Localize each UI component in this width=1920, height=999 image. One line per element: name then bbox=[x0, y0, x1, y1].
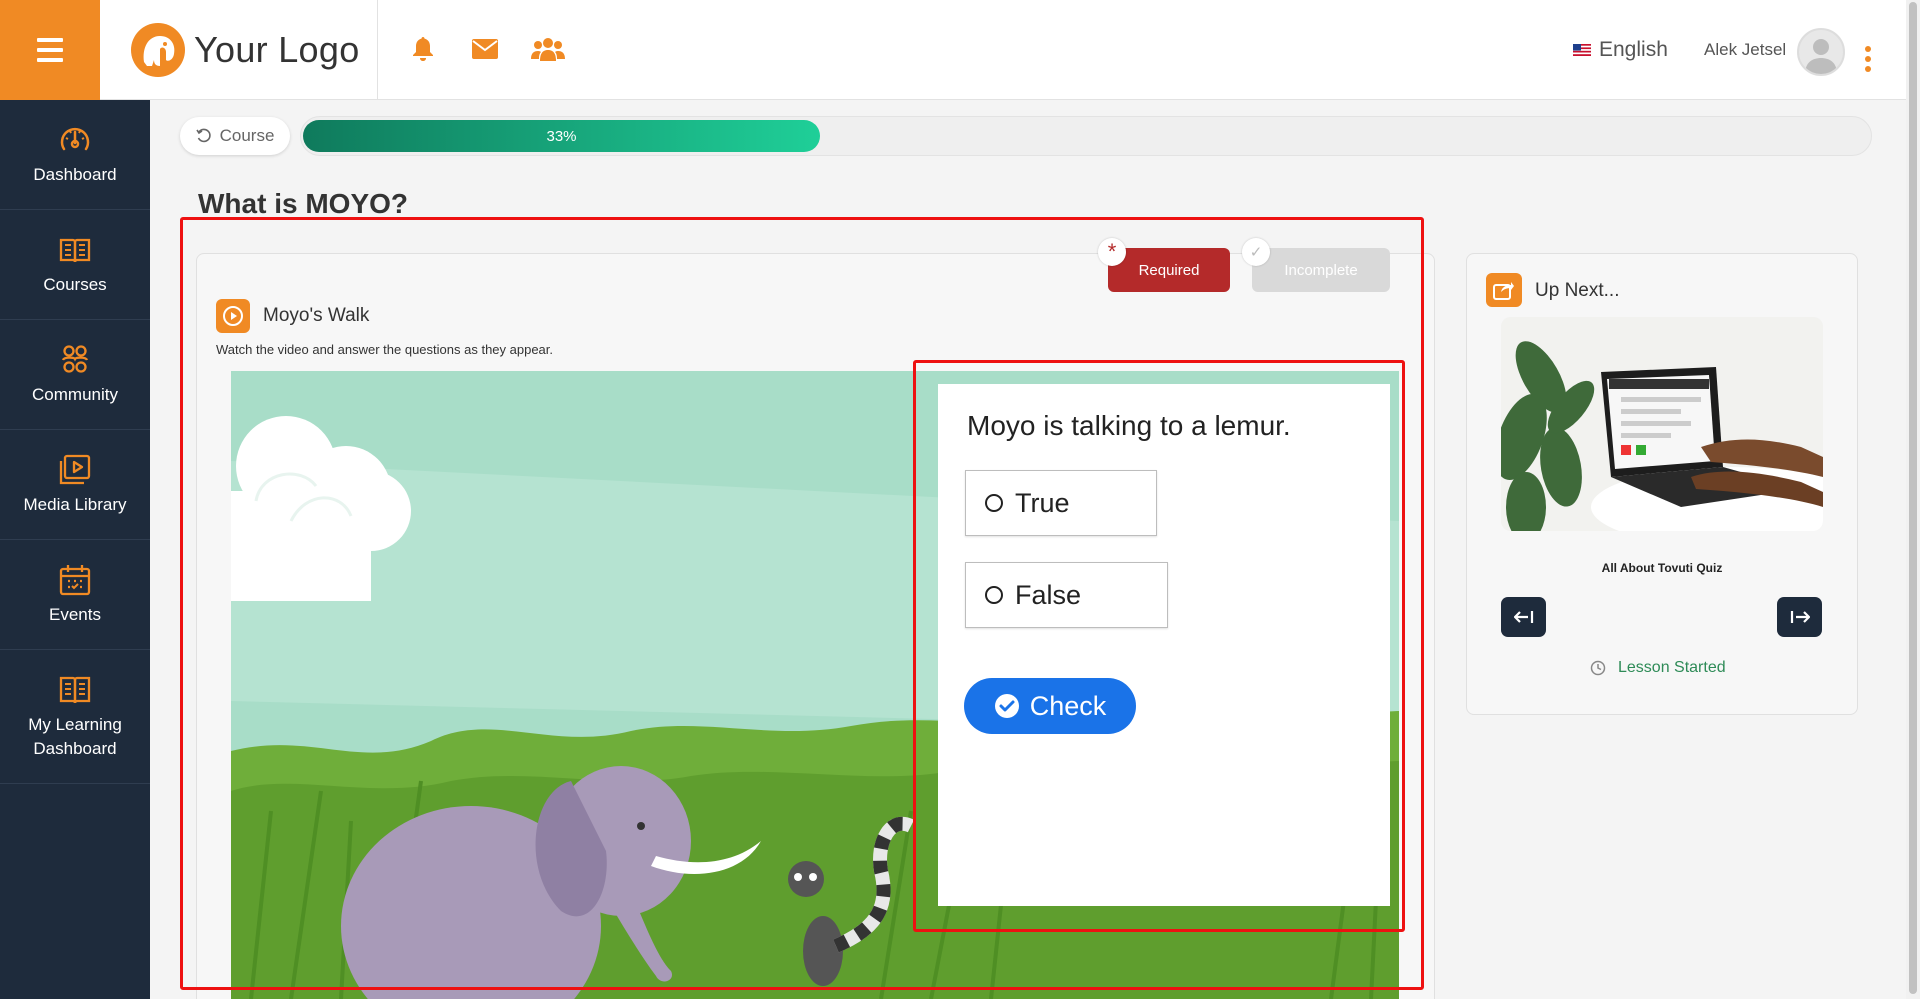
messages-button[interactable] bbox=[470, 34, 500, 64]
check-button[interactable]: Check bbox=[964, 678, 1136, 734]
check-circle-icon bbox=[994, 694, 1019, 718]
required-badge: * Required bbox=[1098, 238, 1230, 292]
language-label: English bbox=[1599, 38, 1668, 61]
sidebar-item-media-library[interactable]: Media Library bbox=[0, 430, 150, 540]
sidebar-item-label: Community bbox=[32, 384, 118, 404]
arrow-right-to-line-icon bbox=[1790, 611, 1810, 623]
hamburger-icon bbox=[37, 35, 63, 65]
radio-button[interactable] bbox=[985, 586, 1003, 604]
section-video-icon-box bbox=[216, 299, 250, 333]
up-next-icon-box bbox=[1486, 273, 1522, 307]
page-scrollbar[interactable] bbox=[1906, 0, 1920, 999]
sidebar-item-label: Media Library bbox=[23, 494, 127, 514]
scrollbar-thumb[interactable] bbox=[1909, 2, 1917, 994]
open-book-icon bbox=[59, 676, 91, 703]
quiz-popup: Moyo is talking to a lemur. True False C… bbox=[938, 384, 1390, 906]
check-label: Check bbox=[1029, 690, 1107, 721]
media-library-icon bbox=[59, 454, 91, 484]
quiz-question: Moyo is talking to a lemur. bbox=[967, 410, 1291, 441]
up-next-item-title: All About Tovuti Quiz bbox=[1601, 561, 1723, 575]
avatar[interactable] bbox=[1797, 28, 1845, 76]
clock-icon bbox=[1590, 660, 1606, 676]
option-label: True bbox=[1015, 487, 1070, 518]
elephant-logo-icon bbox=[131, 23, 185, 77]
incomplete-badge: ✓ Incomplete bbox=[1242, 238, 1390, 292]
groups-button[interactable] bbox=[530, 34, 566, 64]
checkmark-icon: ✓ bbox=[1242, 238, 1270, 266]
calendar-icon bbox=[59, 564, 91, 595]
menu-toggle-button[interactable] bbox=[0, 0, 100, 100]
logo-text: Your Logo bbox=[194, 29, 360, 70]
back-to-course-label: Course bbox=[219, 126, 275, 145]
previous-button[interactable] bbox=[1501, 597, 1546, 637]
sidebar-item-label: My Learning Dashboard bbox=[28, 714, 122, 758]
sidebar-item-label: Courses bbox=[43, 274, 107, 294]
laptop-photo-image bbox=[1501, 317, 1823, 531]
user-name: Alek Jetsel bbox=[1704, 40, 1787, 59]
sidebar-item-my-learning-dashboard[interactable]: My Learning Dashboard bbox=[0, 650, 150, 784]
lesson-status-label: Lesson Started bbox=[1618, 659, 1726, 676]
share-icon bbox=[1493, 282, 1514, 300]
lesson-status: Lesson Started bbox=[1590, 659, 1726, 677]
required-label: Required bbox=[1138, 261, 1200, 279]
users-icon bbox=[531, 38, 565, 61]
speedometer-icon bbox=[60, 127, 90, 150]
us-flag-icon bbox=[1573, 44, 1591, 56]
option-false[interactable]: False bbox=[965, 562, 1168, 628]
progress-percent: 33% bbox=[546, 127, 577, 145]
section-title: Moyo's Walk bbox=[263, 305, 370, 326]
up-next-title: Up Next... bbox=[1535, 280, 1620, 301]
course-progress-bar: 33% bbox=[300, 116, 1872, 156]
next-button[interactable] bbox=[1777, 597, 1822, 637]
bell-icon bbox=[413, 37, 433, 61]
asterisk-icon: * bbox=[1098, 238, 1126, 266]
up-next-thumbnail[interactable] bbox=[1501, 317, 1823, 531]
sidebar-item-label: Events bbox=[49, 604, 101, 624]
book-icon bbox=[59, 238, 91, 262]
sidebar-item-community[interactable]: Community bbox=[0, 320, 150, 430]
option-true[interactable]: True bbox=[965, 470, 1157, 536]
option-label: False bbox=[1015, 579, 1082, 610]
progress-fill: 33% bbox=[303, 120, 820, 152]
community-icon bbox=[61, 344, 89, 373]
play-icon bbox=[223, 306, 243, 326]
incomplete-label: Incomplete bbox=[1284, 261, 1358, 279]
sidebar-item-events[interactable]: Events bbox=[0, 540, 150, 650]
user-avatar-icon bbox=[1805, 39, 1837, 74]
back-to-course-button[interactable]: Course bbox=[180, 117, 290, 155]
section-description: Watch the video and answer the questions… bbox=[216, 342, 554, 357]
page-title: What is MOYO? bbox=[198, 188, 408, 219]
language-selector[interactable]: English bbox=[1573, 38, 1668, 62]
radio-button[interactable] bbox=[985, 494, 1003, 512]
sidebar-item-dashboard[interactable]: Dashboard bbox=[0, 100, 150, 210]
sidebar: Dashboard Courses Community Media Librar… bbox=[0, 100, 150, 999]
sidebar-item-courses[interactable]: Courses bbox=[0, 210, 150, 320]
divider bbox=[377, 0, 378, 100]
notifications-button[interactable] bbox=[408, 34, 438, 64]
arrow-left-to-line-icon bbox=[1513, 611, 1533, 623]
more-options-button[interactable] bbox=[1862, 46, 1874, 72]
sidebar-item-label: Dashboard bbox=[33, 164, 117, 184]
envelope-icon bbox=[472, 39, 498, 59]
top-bar: Your Logo English Alek Jetsel bbox=[0, 0, 1920, 100]
logo[interactable]: Your Logo bbox=[130, 22, 360, 78]
undo-icon bbox=[195, 128, 211, 143]
